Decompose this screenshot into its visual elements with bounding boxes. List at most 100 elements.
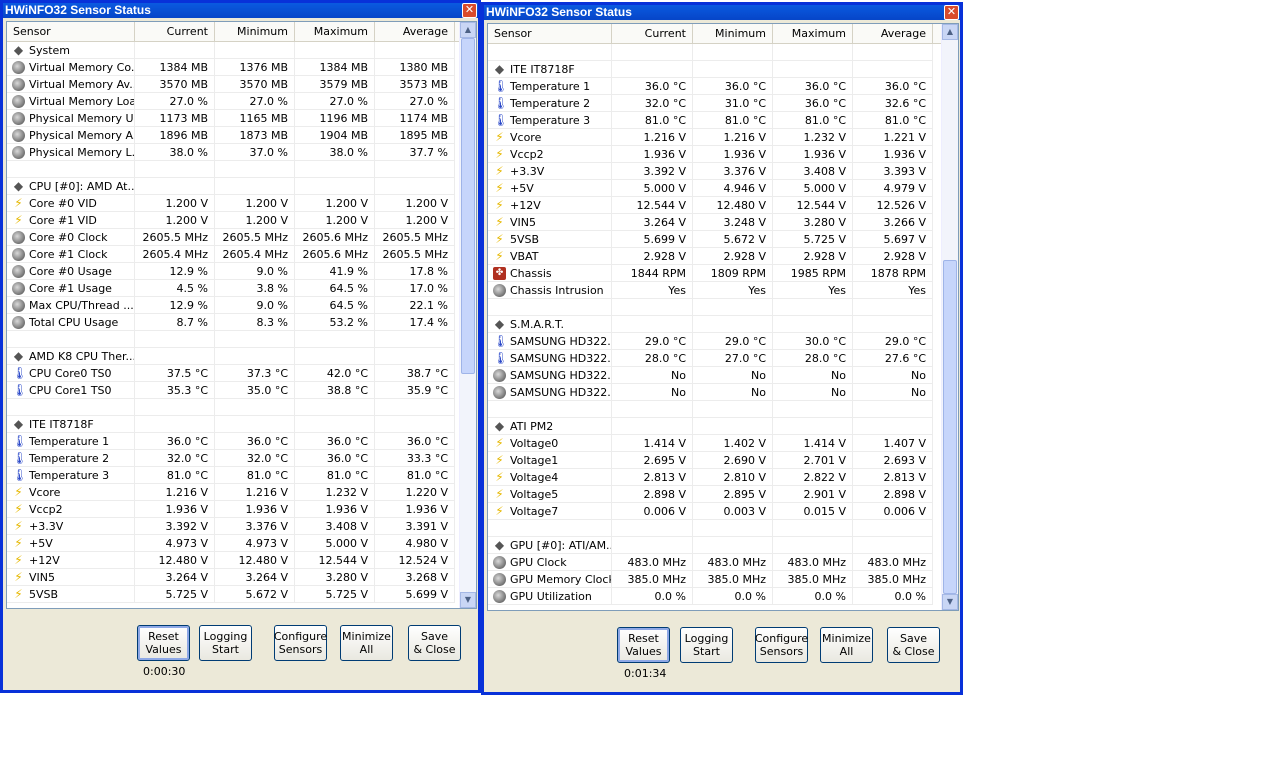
- scroll-thumb[interactable]: [943, 260, 957, 594]
- table-row[interactable]: ⚡ 5VSB 5.725 V 5.672 V 5.725 V 5.699 V: [7, 586, 455, 603]
- sensor-name: Temperature 1: [510, 80, 591, 93]
- column-current[interactable]: Current: [135, 22, 215, 41]
- table-row[interactable]: ⚡ Vccp2 1.936 V 1.936 V 1.936 V 1.936 V: [7, 501, 455, 518]
- table-row[interactable]: GPU Memory Clock 385.0 MHz 385.0 MHz 385.0 …: [488, 571, 933, 588]
- table-row[interactable]: ◆ ITE IT8718F: [7, 416, 455, 433]
- table-row[interactable]: ⚡ VIN5 3.264 V 3.248 V 3.280 V 3.266 V: [488, 214, 933, 231]
- table-row[interactable]: 🌡 Temperature 2 32.0 °C 32.0 °C 36.0 °C 33.3 …: [7, 450, 455, 467]
- close-icon[interactable]: ✕: [944, 5, 959, 20]
- table-row[interactable]: 🌡 SAMSUNG HD322... 28.0 °C 27.0 °C 28.0 °C 27…: [488, 350, 933, 367]
- sensor-name: CPU Core0 TS0: [29, 367, 112, 380]
- reset-values-button[interactable]: Reset Values: [617, 627, 670, 663]
- table-row[interactable]: ⚡ 5VSB 5.699 V 5.672 V 5.725 V 5.697 V: [488, 231, 933, 248]
- table-row[interactable]: Core #0 Usage 12.9 % 9.0 % 41.9 % 17.8 %: [7, 263, 455, 280]
- table-row[interactable]: ⚡ Voltage7 0.006 V 0.003 V 0.015 V 0.006 V: [488, 503, 933, 520]
- table-row[interactable]: 🌡 Temperature 1 36.0 °C 36.0 °C 36.0 °C 36.0 …: [7, 433, 455, 450]
- table-row[interactable]: ⚡ Voltage0 1.414 V 1.402 V 1.414 V 1.407 V: [488, 435, 933, 452]
- table-row[interactable]: ◆ S.M.A.R.T.: [488, 316, 933, 333]
- sensor-list[interactable]: Sensor Current Minimum Maximum Average ◆…: [487, 23, 959, 611]
- table-row[interactable]: Virtual Memory Av... 3570 MB 3570 MB 3579 M…: [7, 76, 455, 93]
- table-row[interactable]: 🌡 Temperature 3 81.0 °C 81.0 °C 81.0 °C 81.0 …: [488, 112, 933, 129]
- table-row[interactable]: Total CPU Usage 8.7 % 8.3 % 53.2 % 17.4 %: [7, 314, 455, 331]
- table-row[interactable]: ⚡ +12V 12.480 V 12.480 V 12.544 V 12.524 V: [7, 552, 455, 569]
- table-row[interactable]: 🌡 SAMSUNG HD322... 29.0 °C 29.0 °C 30.0 °C 29…: [488, 333, 933, 350]
- table-row[interactable]: 🌡 CPU Core0 TS0 37.5 °C 37.3 °C 42.0 °C 38.7 …: [7, 365, 455, 382]
- column-maximum[interactable]: Maximum: [295, 22, 375, 41]
- table-row[interactable]: ◆ ATI PM2: [488, 418, 933, 435]
- table-row[interactable]: Physical Memory U... 1173 MB 1165 MB 1196 M…: [7, 110, 455, 127]
- chip-icon: ◆: [13, 179, 24, 193]
- table-row[interactable]: ⚡ Voltage5 2.898 V 2.895 V 2.901 V 2.898 V: [488, 486, 933, 503]
- table-row[interactable]: SAMSUNG HD322... No No No No: [488, 367, 933, 384]
- configure-sensors-button[interactable]: Configure Sensors: [755, 627, 808, 663]
- column-average[interactable]: Average: [375, 22, 455, 41]
- table-row[interactable]: ⚡ +12V 12.544 V 12.480 V 12.544 V 12.526 V: [488, 197, 933, 214]
- column-minimum[interactable]: Minimum: [215, 22, 295, 41]
- current-value: No: [612, 367, 693, 384]
- table-row[interactable]: ⚡ Vcore 1.216 V 1.216 V 1.232 V 1.220 V: [7, 484, 455, 501]
- table-row[interactable]: 🌡 Temperature 2 32.0 °C 31.0 °C 36.0 °C 32.6 …: [488, 95, 933, 112]
- minimize-all-button[interactable]: Minimize All: [340, 625, 393, 661]
- vertical-scrollbar[interactable]: ▲ ▼: [459, 22, 476, 608]
- table-row[interactable]: ◆ System: [7, 42, 455, 59]
- column-sensor[interactable]: Sensor: [7, 22, 135, 41]
- table-row[interactable]: Virtual Memory Load 27.0 % 27.0 % 27.0 % 27.…: [7, 93, 455, 110]
- table-row[interactable]: ◆ GPU [#0]: ATI/AM...: [488, 537, 933, 554]
- column-current[interactable]: Current: [612, 24, 693, 43]
- table-row[interactable]: ⚡ +5V 5.000 V 4.946 V 5.000 V 4.979 V: [488, 180, 933, 197]
- scroll-down-icon[interactable]: ▼: [460, 592, 476, 608]
- table-row[interactable]: GPU Utilization 0.0 % 0.0 % 0.0 % 0.0 %: [488, 588, 933, 605]
- table-row[interactable]: 🌡 Temperature 1 36.0 °C 36.0 °C 36.0 °C 36.0 …: [488, 78, 933, 95]
- table-row[interactable]: ⚡ +5V 4.973 V 4.973 V 5.000 V 4.980 V: [7, 535, 455, 552]
- table-row[interactable]: ◆ CPU [#0]: AMD At...: [7, 178, 455, 195]
- table-row[interactable]: ⚡ Voltage4 2.813 V 2.810 V 2.822 V 2.813 V: [488, 469, 933, 486]
- sensor-list[interactable]: Sensor Current Minimum Maximum Average ◆…: [6, 21, 477, 609]
- column-average[interactable]: Average: [853, 24, 933, 43]
- minimize-all-button[interactable]: Minimize All: [820, 627, 873, 663]
- title-bar[interactable]: HWiNFO32 Sensor Status ✕: [3, 3, 478, 18]
- table-row[interactable]: Core #1 Clock 2605.4 MHz 2605.4 MHz 2605.6 …: [7, 246, 455, 263]
- table-row[interactable]: ◆ AMD K8 CPU Ther...: [7, 348, 455, 365]
- save-close-button[interactable]: Save & Close: [887, 627, 940, 663]
- table-row[interactable]: ⚡ Vccp2 1.936 V 1.936 V 1.936 V 1.936 V: [488, 146, 933, 163]
- minimum-value: [693, 299, 773, 316]
- table-row[interactable]: Virtual Memory Co... 1384 MB 1376 MB 1384 M…: [7, 59, 455, 76]
- column-maximum[interactable]: Maximum: [773, 24, 853, 43]
- vertical-scrollbar[interactable]: ▲ ▼: [941, 24, 958, 610]
- scroll-up-icon[interactable]: ▲: [942, 24, 958, 40]
- title-bar[interactable]: HWiNFO32 Sensor Status ✕: [484, 5, 960, 20]
- table-row[interactable]: ⚡ Vcore 1.216 V 1.216 V 1.232 V 1.221 V: [488, 129, 933, 146]
- table-row[interactable]: ⚡ Core #0 VID 1.200 V 1.200 V 1.200 V 1.200 V: [7, 195, 455, 212]
- maximum-value: Yes: [773, 282, 853, 299]
- column-sensor[interactable]: Sensor: [488, 24, 612, 43]
- table-row[interactable]: 🌡 CPU Core1 TS0 35.3 °C 35.0 °C 38.8 °C 35.9 …: [7, 382, 455, 399]
- table-row[interactable]: ◆ ITE IT8718F: [488, 61, 933, 78]
- table-row[interactable]: GPU Clock 483.0 MHz 483.0 MHz 483.0 MHz 483.…: [488, 554, 933, 571]
- scroll-thumb[interactable]: [461, 38, 475, 374]
- reset-values-button[interactable]: Reset Values: [137, 625, 190, 661]
- save-close-button[interactable]: Save & Close: [408, 625, 461, 661]
- table-row[interactable]: Chassis Intrusion Yes Yes Yes Yes: [488, 282, 933, 299]
- logging-start-button[interactable]: Logging Start: [199, 625, 252, 661]
- table-row[interactable]: Core #1 Usage 4.5 % 3.8 % 64.5 % 17.0 %: [7, 280, 455, 297]
- table-row[interactable]: ⚡ +3.3V 3.392 V 3.376 V 3.408 V 3.391 V: [7, 518, 455, 535]
- table-row[interactable]: Max CPU/Thread ... 12.9 % 9.0 % 64.5 % 22.1 …: [7, 297, 455, 314]
- table-row[interactable]: ⚡ Voltage1 2.695 V 2.690 V 2.701 V 2.693 V: [488, 452, 933, 469]
- table-row[interactable]: ⚡ VIN5 3.264 V 3.264 V 3.280 V 3.268 V: [7, 569, 455, 586]
- table-row[interactable]: Core #0 Clock 2605.5 MHz 2605.5 MHz 2605.6 …: [7, 229, 455, 246]
- scroll-up-icon[interactable]: ▲: [460, 22, 476, 38]
- logging-start-button[interactable]: Logging Start: [680, 627, 733, 663]
- table-row[interactable]: 🌡 Temperature 3 81.0 °C 81.0 °C 81.0 °C 81.0 …: [7, 467, 455, 484]
- table-row[interactable]: ⚡ +3.3V 3.392 V 3.376 V 3.408 V 3.393 V: [488, 163, 933, 180]
- table-row[interactable]: ⚡ Core #1 VID 1.200 V 1.200 V 1.200 V 1.200 V: [7, 212, 455, 229]
- average-value: 2.898 V: [853, 486, 933, 503]
- table-row[interactable]: Physical Memory A... 1896 MB 1873 MB 1904 M…: [7, 127, 455, 144]
- table-row[interactable]: ✤ Chassis 1844 RPM 1809 RPM 1985 RPM 1878 RPM: [488, 265, 933, 282]
- configure-sensors-button[interactable]: Configure Sensors: [274, 625, 327, 661]
- table-row[interactable]: Physical Memory L... 38.0 % 37.0 % 38.0 % 37…: [7, 144, 455, 161]
- column-minimum[interactable]: Minimum: [693, 24, 773, 43]
- close-icon[interactable]: ✕: [462, 3, 477, 18]
- scroll-down-icon[interactable]: ▼: [942, 594, 958, 610]
- table-row[interactable]: ⚡ VBAT 2.928 V 2.928 V 2.928 V 2.928 V: [488, 248, 933, 265]
- table-row[interactable]: SAMSUNG HD322... No No No No: [488, 384, 933, 401]
